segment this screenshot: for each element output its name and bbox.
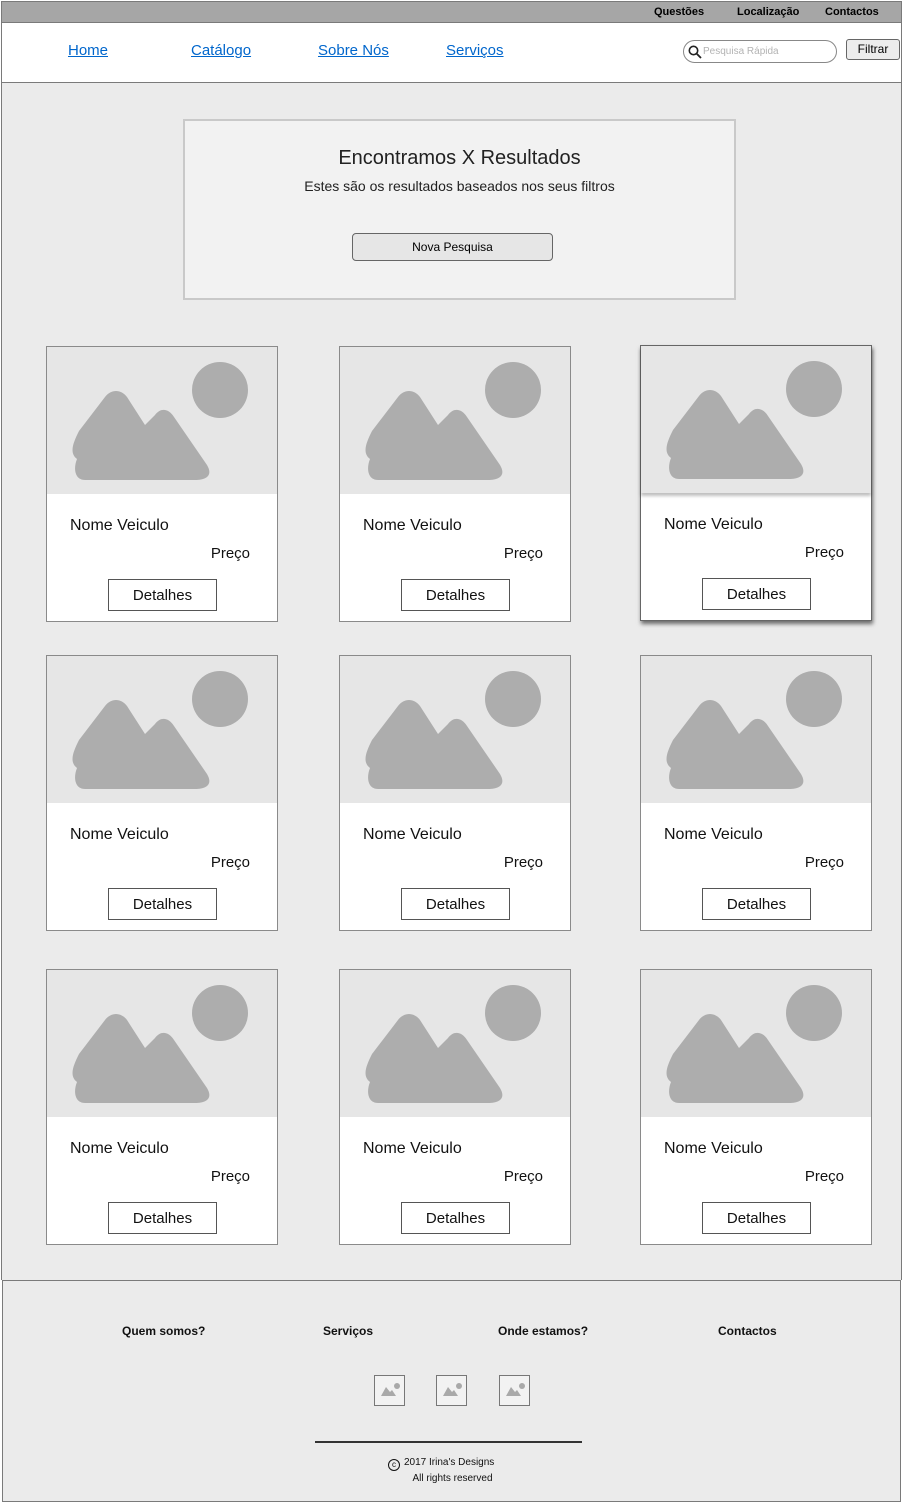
vehicle-card: Nome Veiculo Preço Detalhes: [640, 969, 872, 1245]
image-placeholder-icon: [666, 361, 842, 479]
vehicle-card: Nome Veiculo Preço Detalhes: [339, 346, 571, 622]
social-link-1[interactable]: [374, 1375, 405, 1406]
vehicle-price: Preço: [804, 1168, 844, 1185]
vehicle-image-placeholder: [340, 656, 570, 803]
details-button[interactable]: Detalhes: [702, 578, 811, 610]
details-button[interactable]: Detalhes: [108, 888, 217, 920]
search-input[interactable]: [703, 43, 831, 60]
vehicle-card-highlighted: Nome Veiculo Preço Detalhes: [640, 345, 872, 621]
vehicle-price: Preço: [210, 545, 250, 562]
vehicle-image-placeholder: [641, 346, 871, 493]
vehicle-name: Nome Veiculo: [70, 517, 169, 534]
utility-link-localizacao[interactable]: Localização: [737, 6, 799, 18]
details-button[interactable]: Detalhes: [702, 888, 811, 920]
social-link-3[interactable]: [499, 1375, 530, 1406]
rights-text: All rights reserved: [412, 1473, 493, 1484]
results-subtitle: Estes são os resultados baseados nos seu…: [304, 178, 615, 194]
image-placeholder-icon: [72, 362, 248, 480]
vehicle-card: Nome Veiculo Preço Detalhes: [46, 655, 278, 931]
details-button[interactable]: Detalhes: [108, 579, 217, 611]
image-placeholder-icon: [666, 671, 842, 789]
nav-link-sobre-nos[interactable]: Sobre Nós: [318, 42, 389, 59]
details-button[interactable]: Detalhes: [702, 1202, 811, 1234]
vehicle-image-placeholder: [641, 970, 871, 1117]
utility-link-questoes[interactable]: Questões: [654, 6, 704, 18]
vehicle-price: Preço: [503, 1168, 543, 1185]
image-icon: [381, 1383, 400, 1396]
nav-link-catalogo[interactable]: Catálogo: [191, 42, 251, 59]
vehicle-price: Preço: [503, 854, 543, 871]
vehicle-name: Nome Veiculo: [70, 1140, 169, 1157]
vehicle-name: Nome Veiculo: [363, 826, 462, 843]
footer-link-onde-estamos[interactable]: Onde estamos?: [498, 1324, 588, 1338]
copyright-text: 2017 Irina's Designs: [404, 1457, 495, 1468]
copyright-icon: c: [388, 1459, 400, 1471]
filter-button[interactable]: Filtrar: [846, 39, 900, 60]
vehicle-image-placeholder: [340, 347, 570, 494]
vehicle-card: Nome Veiculo Preço Detalhes: [46, 346, 278, 622]
vehicle-name: Nome Veiculo: [363, 517, 462, 534]
vehicle-name: Nome Veiculo: [363, 1140, 462, 1157]
image-icon: [443, 1383, 462, 1396]
vehicle-card: Nome Veiculo Preço Detalhes: [339, 655, 571, 931]
copyright: c 2017 Irina's Designs: [388, 1457, 494, 1471]
vehicle-image-placeholder: [641, 656, 871, 803]
image-placeholder-icon: [365, 985, 541, 1103]
image-icon: [506, 1383, 525, 1396]
vehicle-price: Preço: [804, 854, 844, 871]
image-placeholder-icon: [365, 671, 541, 789]
details-button[interactable]: Detalhes: [401, 888, 510, 920]
vehicle-image-placeholder: [47, 970, 277, 1117]
details-button[interactable]: Detalhes: [108, 1202, 217, 1234]
quick-search: [683, 40, 837, 63]
footer-link-contactos[interactable]: Contactos: [718, 1324, 777, 1338]
utility-link-contactos[interactable]: Contactos: [825, 6, 879, 18]
image-placeholder-icon: [72, 671, 248, 789]
footer: Quem somos? Serviços Onde estamos? Conta…: [2, 1280, 901, 1502]
utility-bar: Questões Localização Contactos: [1, 1, 902, 23]
vehicle-card: Nome Veiculo Preço Detalhes: [339, 969, 571, 1245]
new-search-button[interactable]: Nova Pesquisa: [352, 233, 553, 261]
results-title: Encontramos X Resultados: [338, 147, 581, 169]
vehicle-card: Nome Veiculo Preço Detalhes: [46, 969, 278, 1245]
main-navbar: Home Catálogo Sobre Nós Serviços Filtrar: [1, 23, 902, 83]
vehicle-card: Nome Veiculo Preço Detalhes: [640, 655, 872, 931]
vehicle-name: Nome Veiculo: [664, 826, 763, 843]
results-panel: Encontramos X Resultados Estes são os re…: [183, 119, 736, 300]
vehicle-price: Preço: [804, 544, 844, 561]
footer-divider: [315, 1441, 582, 1443]
image-placeholder-icon: [666, 985, 842, 1103]
social-link-2[interactable]: [436, 1375, 467, 1406]
vehicle-name: Nome Veiculo: [664, 516, 763, 533]
nav-link-home[interactable]: Home: [68, 42, 108, 59]
vehicle-name: Nome Veiculo: [664, 1140, 763, 1157]
details-button[interactable]: Detalhes: [401, 579, 510, 611]
nav-link-servicos[interactable]: Serviços: [446, 42, 504, 59]
search-icon: [688, 45, 702, 59]
vehicle-name: Nome Veiculo: [70, 826, 169, 843]
vehicle-price: Preço: [210, 1168, 250, 1185]
footer-link-servicos[interactable]: Serviços: [323, 1324, 373, 1338]
vehicle-image-placeholder: [47, 347, 277, 494]
vehicle-image-placeholder: [47, 656, 277, 803]
vehicle-price: Preço: [210, 854, 250, 871]
vehicle-image-placeholder: [340, 970, 570, 1117]
details-button[interactable]: Detalhes: [401, 1202, 510, 1234]
image-placeholder-icon: [72, 985, 248, 1103]
vehicle-price: Preço: [503, 545, 543, 562]
footer-link-quem-somos[interactable]: Quem somos?: [122, 1324, 205, 1338]
image-placeholder-icon: [365, 362, 541, 480]
